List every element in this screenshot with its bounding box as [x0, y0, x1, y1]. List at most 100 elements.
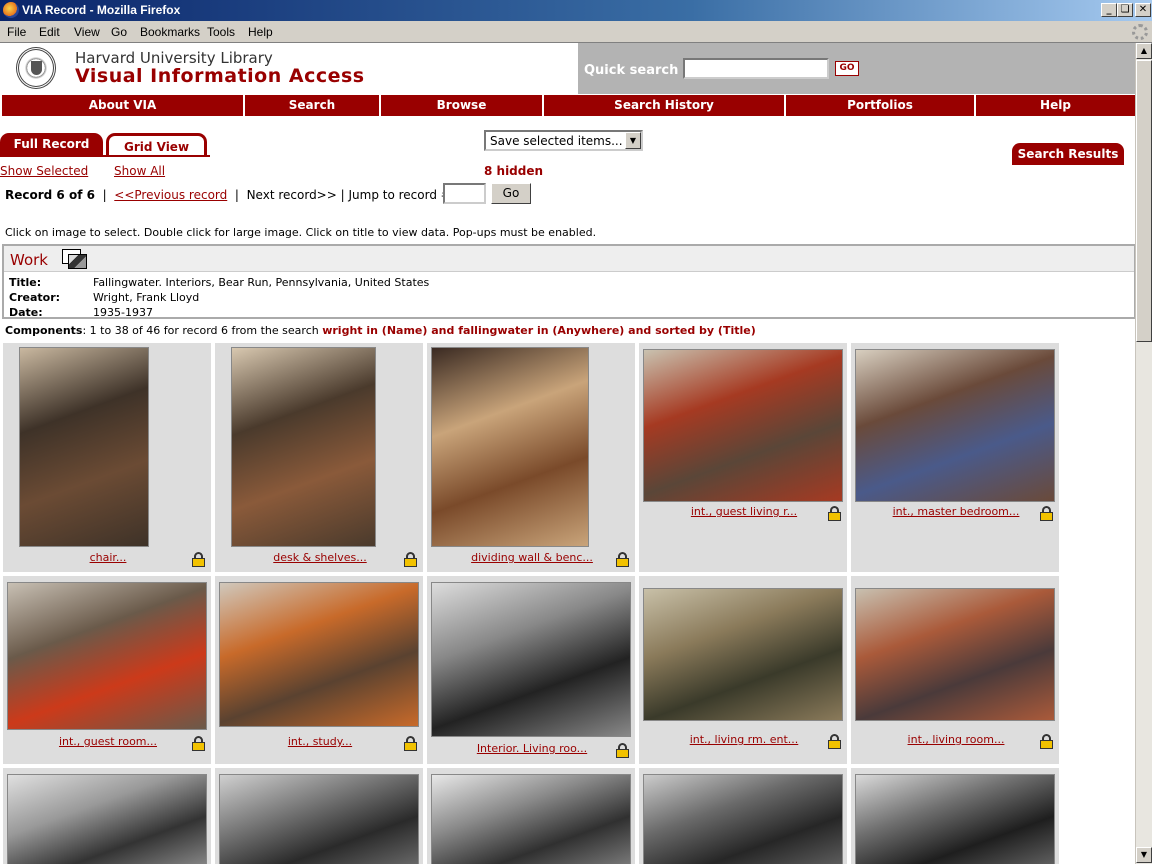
thumbnail-image[interactable]	[7, 774, 207, 864]
grid-cell[interactable]: int., living room...	[850, 575, 1060, 765]
grid-cell[interactable]: int., guest living r...	[638, 342, 848, 573]
lock-icon	[404, 736, 417, 751]
thumbnail-image[interactable]	[855, 588, 1055, 721]
grid-cell[interactable]: int., guest room...	[2, 575, 212, 765]
lock-icon	[616, 743, 629, 758]
grid-cell[interactable]: int., living rm. ent...	[638, 575, 848, 765]
thumbnail-image[interactable]	[19, 347, 149, 547]
field-value: Fallingwater. Interiors, Bear Run, Penns…	[93, 276, 430, 289]
thumbnail-image[interactable]	[643, 588, 843, 721]
grid-cell[interactable]	[214, 767, 424, 864]
throbber-icon	[1132, 24, 1148, 40]
thumbnail-caption[interactable]: chair...	[3, 551, 211, 564]
thumbnail-image[interactable]	[431, 582, 631, 737]
thumbnail-image[interactable]	[231, 347, 376, 547]
record-navigation: Record 6 of 6 | <<Previous record | Next…	[5, 188, 451, 202]
thumbnail-image[interactable]	[219, 774, 419, 864]
tab-full-record[interactable]: Full Record	[0, 133, 103, 157]
thumbnail-caption[interactable]: Interior. Living roo...	[427, 742, 635, 755]
jump-record-input[interactable]	[443, 183, 486, 204]
nav-browse[interactable]: Browse	[381, 95, 544, 116]
grid-cell[interactable]	[638, 767, 848, 864]
thumbnail-caption[interactable]: int., guest room...	[3, 735, 211, 748]
thumbnail-image[interactable]	[643, 349, 843, 502]
quick-search-go-button[interactable]: GO	[835, 61, 859, 76]
scroll-down-icon[interactable]: ▼	[1136, 847, 1152, 863]
grid-cell[interactable]	[850, 767, 1060, 864]
tab-underline	[0, 155, 210, 157]
thumbnail-caption[interactable]: int., living room...	[851, 733, 1059, 746]
menu-bookmarks[interactable]: Bookmarks	[140, 25, 200, 39]
nav-help[interactable]: Help	[976, 95, 1135, 116]
record-position: Record 6 of 6	[5, 188, 95, 202]
thumbnail-caption[interactable]: int., study...	[215, 735, 423, 748]
nav-search-history[interactable]: Search History	[544, 95, 786, 116]
lock-icon	[1040, 734, 1053, 749]
slideshow-icon[interactable]	[62, 249, 88, 270]
save-selected-value: Save selected items...	[490, 134, 623, 148]
app-name: Visual Information Access	[75, 65, 365, 87]
thumbnail-image[interactable]	[855, 774, 1055, 864]
menu-file[interactable]: File	[7, 25, 26, 39]
menu-help[interactable]: Help	[248, 25, 273, 39]
search-results-button[interactable]: Search Results	[1012, 143, 1124, 165]
grid-cell[interactable]	[2, 767, 212, 864]
grid-cell[interactable]: int., study...	[214, 575, 424, 765]
thumbnail-image[interactable]	[643, 774, 843, 864]
lock-icon	[192, 552, 205, 567]
lock-icon	[404, 552, 417, 567]
image-grid: chair... desk & shelves... dividing wall &…	[0, 342, 1062, 864]
thumbnail-image[interactable]	[855, 349, 1055, 502]
next-record-text: Next record>>	[246, 188, 337, 202]
menu-go[interactable]: Go	[111, 25, 127, 39]
thumbnail-caption[interactable]: int., guest living r...	[639, 505, 847, 518]
show-selected-link[interactable]: Show Selected	[0, 164, 88, 178]
quick-search-input[interactable]	[683, 58, 829, 79]
scroll-thumb[interactable]	[1136, 60, 1152, 342]
thumbnail-image[interactable]	[219, 582, 419, 727]
thumbnail-caption[interactable]: dividing wall & benc...	[427, 551, 635, 564]
save-selected-dropdown[interactable]: Save selected items... ▼	[484, 130, 643, 151]
nav-portfolios[interactable]: Portfolios	[786, 95, 976, 116]
grid-cell[interactable]	[426, 767, 636, 864]
previous-record-link[interactable]: <<Previous record	[114, 188, 227, 202]
tab-grid-view[interactable]: Grid View	[106, 133, 207, 157]
thumbnail-image[interactable]	[7, 582, 207, 730]
minimize-button[interactable]: _	[1101, 3, 1117, 17]
thumbnail-caption[interactable]: int., master bedroom...	[851, 505, 1059, 518]
thumbnail-caption[interactable]: int., living rm. ent...	[639, 733, 847, 746]
menu-view[interactable]: View	[74, 25, 100, 39]
lock-icon	[828, 506, 841, 521]
lock-icon	[828, 734, 841, 749]
grid-cell[interactable]: desk & shelves...	[214, 342, 424, 573]
close-button[interactable]: ✕	[1135, 3, 1151, 17]
nav-about-via[interactable]: About VIA	[2, 95, 245, 116]
thumbnail-image[interactable]	[431, 347, 589, 547]
grid-cell[interactable]: dividing wall & benc...	[426, 342, 636, 573]
restore-button[interactable]: ❏	[1117, 3, 1133, 17]
menu-bar: File Edit View Go Bookmarks Tools Help	[0, 21, 1152, 43]
separator: |	[340, 188, 345, 202]
page-content: Harvard University Library Visual Inform…	[0, 43, 1135, 864]
thumbnail-caption[interactable]: desk & shelves...	[215, 551, 423, 564]
nav-search[interactable]: Search	[245, 95, 381, 116]
chevron-down-icon[interactable]: ▼	[625, 132, 641, 149]
quick-search-panel: Quick search GO	[578, 43, 1135, 94]
grid-cell[interactable]: int., master bedroom...	[850, 342, 1060, 573]
jump-go-button[interactable]: Go	[491, 183, 531, 204]
work-heading: Work	[10, 251, 48, 269]
field-label: Title:	[9, 276, 42, 289]
menu-edit[interactable]: Edit	[39, 25, 60, 39]
grid-cell[interactable]: chair...	[2, 342, 212, 573]
scroll-up-icon[interactable]: ▲	[1136, 43, 1152, 59]
lock-icon	[192, 736, 205, 751]
components-summary: Components: 1 to 38 of 46 for record 6 f…	[5, 324, 756, 337]
work-header: Work	[4, 246, 1134, 272]
jump-label: Jump to record #	[348, 188, 451, 202]
grid-cell[interactable]: Interior. Living roo...	[426, 575, 636, 765]
menu-tools[interactable]: Tools	[207, 25, 235, 39]
site-header: Harvard University Library Visual Inform…	[0, 43, 1135, 94]
show-all-link[interactable]: Show All	[114, 164, 165, 178]
thumbnail-image[interactable]	[431, 774, 631, 864]
vertical-scrollbar[interactable]: ▲ ▼	[1135, 43, 1152, 864]
